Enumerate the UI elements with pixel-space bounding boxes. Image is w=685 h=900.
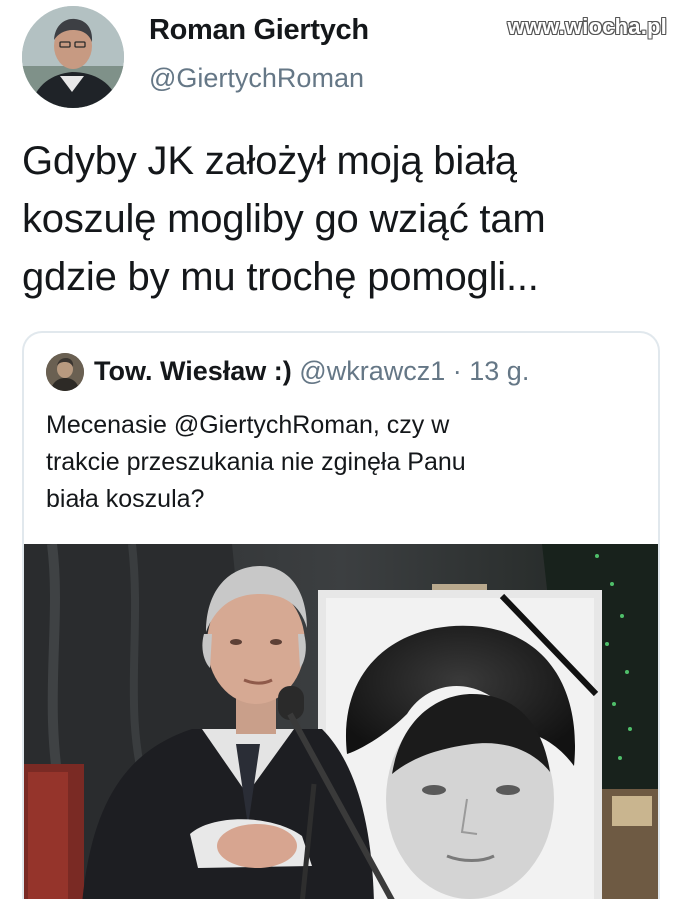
quoted-tweet-text: Mecenasie @GiertychRoman, czy w trakcie … [46,411,466,513]
quoted-tweet-header: Tow. Wiesław :) @wkrawcz1 · 13 g. [94,356,529,387]
avatar-photo [22,6,124,108]
author-handle[interactable]: @GiertychRoman [149,63,364,94]
quoted-tweet-time[interactable]: 13 g. [469,356,529,386]
header-separator: · [452,356,462,386]
quoted-author-handle[interactable]: @wkrawcz1 [299,356,445,386]
quoted-tweet-photo[interactable] [24,544,658,899]
quoted-tweet-card[interactable]: Tow. Wiesław :) @wkrawcz1 · 13 g. Mecena… [22,331,660,899]
quoted-author-avatar[interactable] [46,353,84,391]
quoted-author-display-name[interactable]: Tow. Wiesław :) [94,356,292,386]
photo-scene [24,544,658,899]
author-avatar[interactable] [22,6,124,108]
author-display-name[interactable]: Roman Giertych [149,14,369,47]
tweet: Roman Giertych @GiertychRoman www.wiocha… [0,0,685,900]
tweet-text: Gdyby JK założył moją białą koszulę mogl… [22,139,546,299]
quoted-avatar-photo [46,353,84,391]
site-watermark: www.wiocha.pl [507,14,667,39]
